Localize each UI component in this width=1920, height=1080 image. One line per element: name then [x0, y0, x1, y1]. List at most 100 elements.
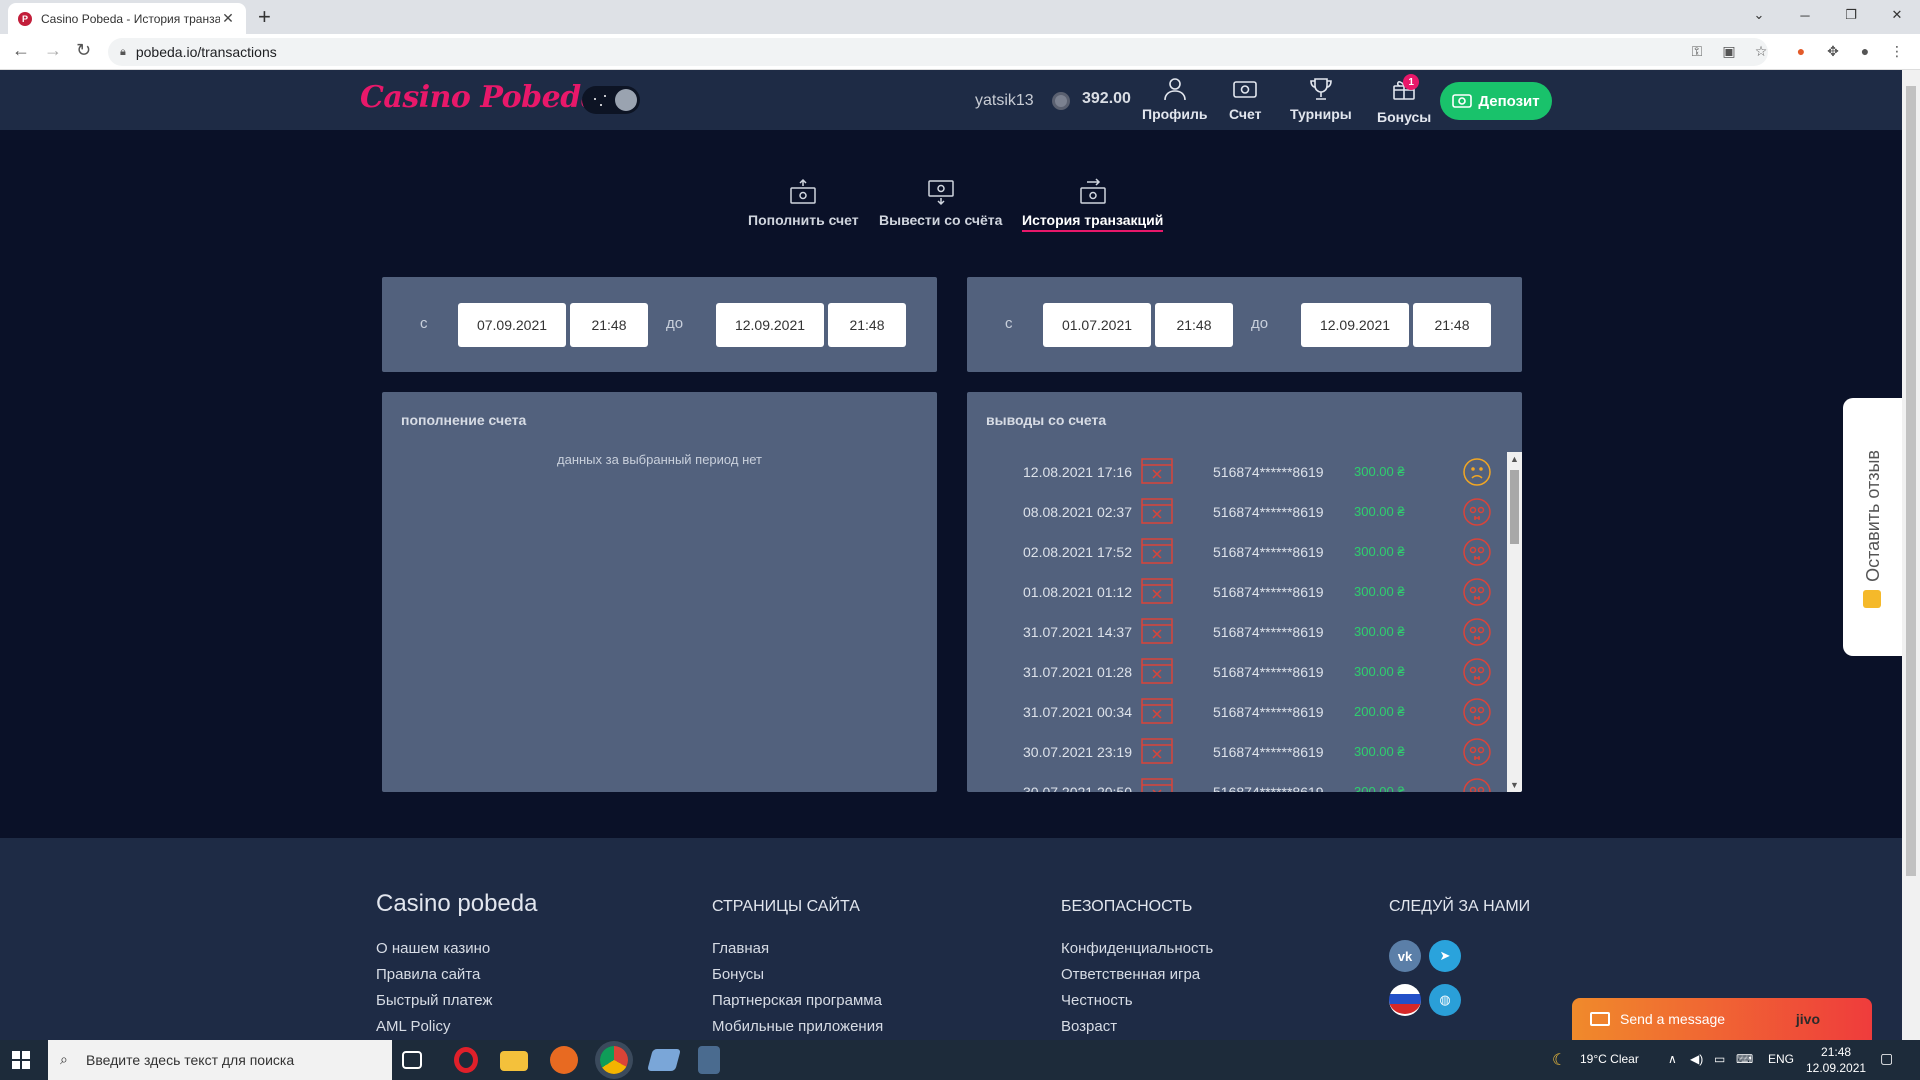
- globe-icon[interactable]: ◍: [1429, 984, 1461, 1016]
- jivo-chat-button[interactable]: Send a message jivo: [1572, 998, 1872, 1040]
- from-time-input[interactable]: 21:48: [1155, 303, 1233, 347]
- cancel-window-icon[interactable]: [1141, 458, 1173, 484]
- close-window-button[interactable]: ✕: [1874, 0, 1920, 30]
- footer-link[interactable]: Ответственная игра: [1061, 966, 1200, 983]
- deposit-button[interactable]: Депозит: [1440, 82, 1552, 120]
- list-scrollbar[interactable]: ▲ ▼: [1507, 452, 1522, 792]
- jivo-label: Send a message: [1620, 1011, 1726, 1027]
- network-icon[interactable]: ▭: [1714, 1052, 1725, 1066]
- taskbar-clock[interactable]: 21:48 12.09.2021: [1806, 1044, 1866, 1076]
- forward-icon[interactable]: →: [44, 40, 62, 61]
- from-time-input[interactable]: 21:48: [570, 303, 648, 347]
- page-scrollbar[interactable]: [1902, 70, 1920, 1040]
- chrome-icon[interactable]: [600, 1046, 628, 1074]
- opera-icon[interactable]: [454, 1047, 478, 1073]
- cancelled-skull-icon: [1463, 698, 1491, 726]
- tab-withdraw[interactable]: Вывести со счёта: [879, 178, 1002, 228]
- restore-button[interactable]: ❐: [1828, 0, 1874, 30]
- browser-tab[interactable]: P Casino Pobeda - История транзакций ✕: [8, 3, 246, 34]
- weather-moon-icon: ☾: [1552, 1052, 1567, 1069]
- to-date-input[interactable]: 12.09.2021: [716, 303, 824, 347]
- windows-taskbar: ⌕ Введите здесь текст для поиска ☾ 19°C …: [0, 1040, 1920, 1080]
- cancel-window-icon[interactable]: [1141, 538, 1173, 564]
- to-date-input[interactable]: 12.09.2021: [1301, 303, 1409, 347]
- page-scrollbar-thumb[interactable]: [1906, 86, 1916, 876]
- cancel-window-icon[interactable]: [1141, 618, 1173, 644]
- footer-link[interactable]: Бонусы: [712, 966, 764, 983]
- translate-icon[interactable]: ▣: [1720, 43, 1738, 61]
- back-icon[interactable]: ←: [12, 40, 30, 61]
- footer-brand: Casino pobeda: [376, 890, 538, 917]
- withdrawal-card: 516874******8619: [1213, 624, 1324, 640]
- taskbar-search[interactable]: ⌕ Введите здесь текст для поиска: [48, 1040, 392, 1080]
- to-time-input[interactable]: 21:48: [1413, 303, 1491, 347]
- extensions-puzzle-icon[interactable]: ✥: [1824, 43, 1842, 61]
- language-indicator[interactable]: ENG: [1768, 1052, 1794, 1066]
- footer-link[interactable]: Главная: [712, 940, 769, 957]
- cancel-window-icon[interactable]: [1141, 698, 1173, 724]
- site-header: Casino Pobeda yatsik13 392.00 Профиль Сч…: [0, 70, 1902, 130]
- footer-link[interactable]: Мобильные приложения: [712, 1018, 883, 1035]
- browser-menu-icon[interactable]: ⋮: [1888, 43, 1906, 61]
- nav-account[interactable]: Счет: [1229, 76, 1262, 122]
- to-time-input[interactable]: 21:48: [828, 303, 906, 347]
- nav-profile[interactable]: Профиль: [1142, 76, 1208, 122]
- site-logo[interactable]: Casino Pobeda: [360, 80, 600, 115]
- minimize-button[interactable]: ─: [1782, 0, 1828, 30]
- moon-icon: [615, 89, 637, 111]
- to-label: до: [666, 315, 684, 332]
- footer-link[interactable]: О нашем казино: [376, 940, 490, 957]
- list-scrollbar-thumb[interactable]: [1510, 470, 1519, 544]
- extension-fire-icon[interactable]: ●: [1792, 43, 1810, 61]
- keyboard-icon[interactable]: ⌨: [1736, 1052, 1753, 1066]
- cancel-window-icon[interactable]: [1141, 738, 1173, 764]
- address-bar[interactable]: 🔒︎ pobeda.io/transactions: [108, 38, 1768, 66]
- bookmark-star-icon[interactable]: ☆: [1752, 43, 1770, 61]
- theme-toggle[interactable]: [582, 86, 640, 114]
- tab-deposit[interactable]: Пополнить счет: [748, 178, 859, 228]
- from-date-input[interactable]: 07.09.2021: [458, 303, 566, 347]
- cancel-window-icon[interactable]: [1141, 658, 1173, 684]
- tab-title: Casino Pobeda - История транзакций: [41, 11, 220, 26]
- bonus-badge: 1: [1403, 74, 1420, 90]
- task-view-icon[interactable]: [402, 1051, 422, 1069]
- notepad-icon[interactable]: [647, 1049, 681, 1071]
- tab-history[interactable]: История транзакций: [1022, 178, 1164, 232]
- footer-link[interactable]: Конфиденциальность: [1061, 940, 1213, 957]
- tray-arrow-icon[interactable]: ∧: [1668, 1052, 1677, 1066]
- tab-search-icon[interactable]: ⌄: [1736, 0, 1782, 30]
- withdrawal-amount: 300.00 ₴: [1354, 624, 1405, 639]
- windows-start-icon[interactable]: [12, 1051, 30, 1069]
- withdrawal-date: 31.07.2021 14:37: [1023, 624, 1132, 640]
- vk-icon[interactable]: vk: [1389, 940, 1421, 972]
- file-explorer-icon[interactable]: [500, 1051, 528, 1071]
- footer-link[interactable]: AML Policy: [376, 1018, 450, 1035]
- footer-link[interactable]: Правила сайта: [376, 966, 480, 983]
- reload-icon[interactable]: ↻: [76, 40, 91, 61]
- close-tab-icon[interactable]: ✕: [220, 10, 236, 27]
- new-tab-button[interactable]: +: [258, 4, 271, 30]
- withdrawals-panel: выводы со счета 12.08.2021 17:16 516874**…: [967, 392, 1522, 792]
- feedback-tab[interactable]: Оставить отзыв: [1843, 398, 1902, 656]
- footer-link[interactable]: Партнерская программа: [712, 992, 882, 1009]
- cancel-window-icon[interactable]: [1141, 578, 1173, 604]
- telegram-icon[interactable]: ➤: [1429, 940, 1461, 972]
- notification-icon[interactable]: ▢: [1880, 1050, 1893, 1067]
- trophy-icon: [1310, 78, 1332, 100]
- volume-icon[interactable]: ◀): [1690, 1052, 1703, 1066]
- cancel-window-icon[interactable]: [1141, 498, 1173, 524]
- firefox-icon[interactable]: [550, 1046, 578, 1074]
- key-icon[interactable]: ⚿: [1688, 43, 1706, 61]
- weather-text[interactable]: 19°C Clear: [1580, 1052, 1639, 1066]
- nav-bonuses[interactable]: 1 Бонусы: [1377, 74, 1431, 125]
- from-date-input[interactable]: 01.07.2021: [1043, 303, 1151, 347]
- cancel-window-icon[interactable]: [1141, 778, 1173, 792]
- flag-ru-icon[interactable]: [1389, 984, 1421, 1016]
- footer-link[interactable]: Честность: [1061, 992, 1133, 1009]
- profile-avatar-icon[interactable]: ●: [1856, 43, 1874, 61]
- calculator-icon[interactable]: [698, 1046, 720, 1074]
- footer-link[interactable]: Возраст: [1061, 1018, 1117, 1035]
- cancelled-skull-icon: [1463, 498, 1491, 526]
- nav-tournaments[interactable]: Турниры: [1290, 76, 1352, 122]
- footer-link[interactable]: Быстрый платеж: [376, 992, 492, 1009]
